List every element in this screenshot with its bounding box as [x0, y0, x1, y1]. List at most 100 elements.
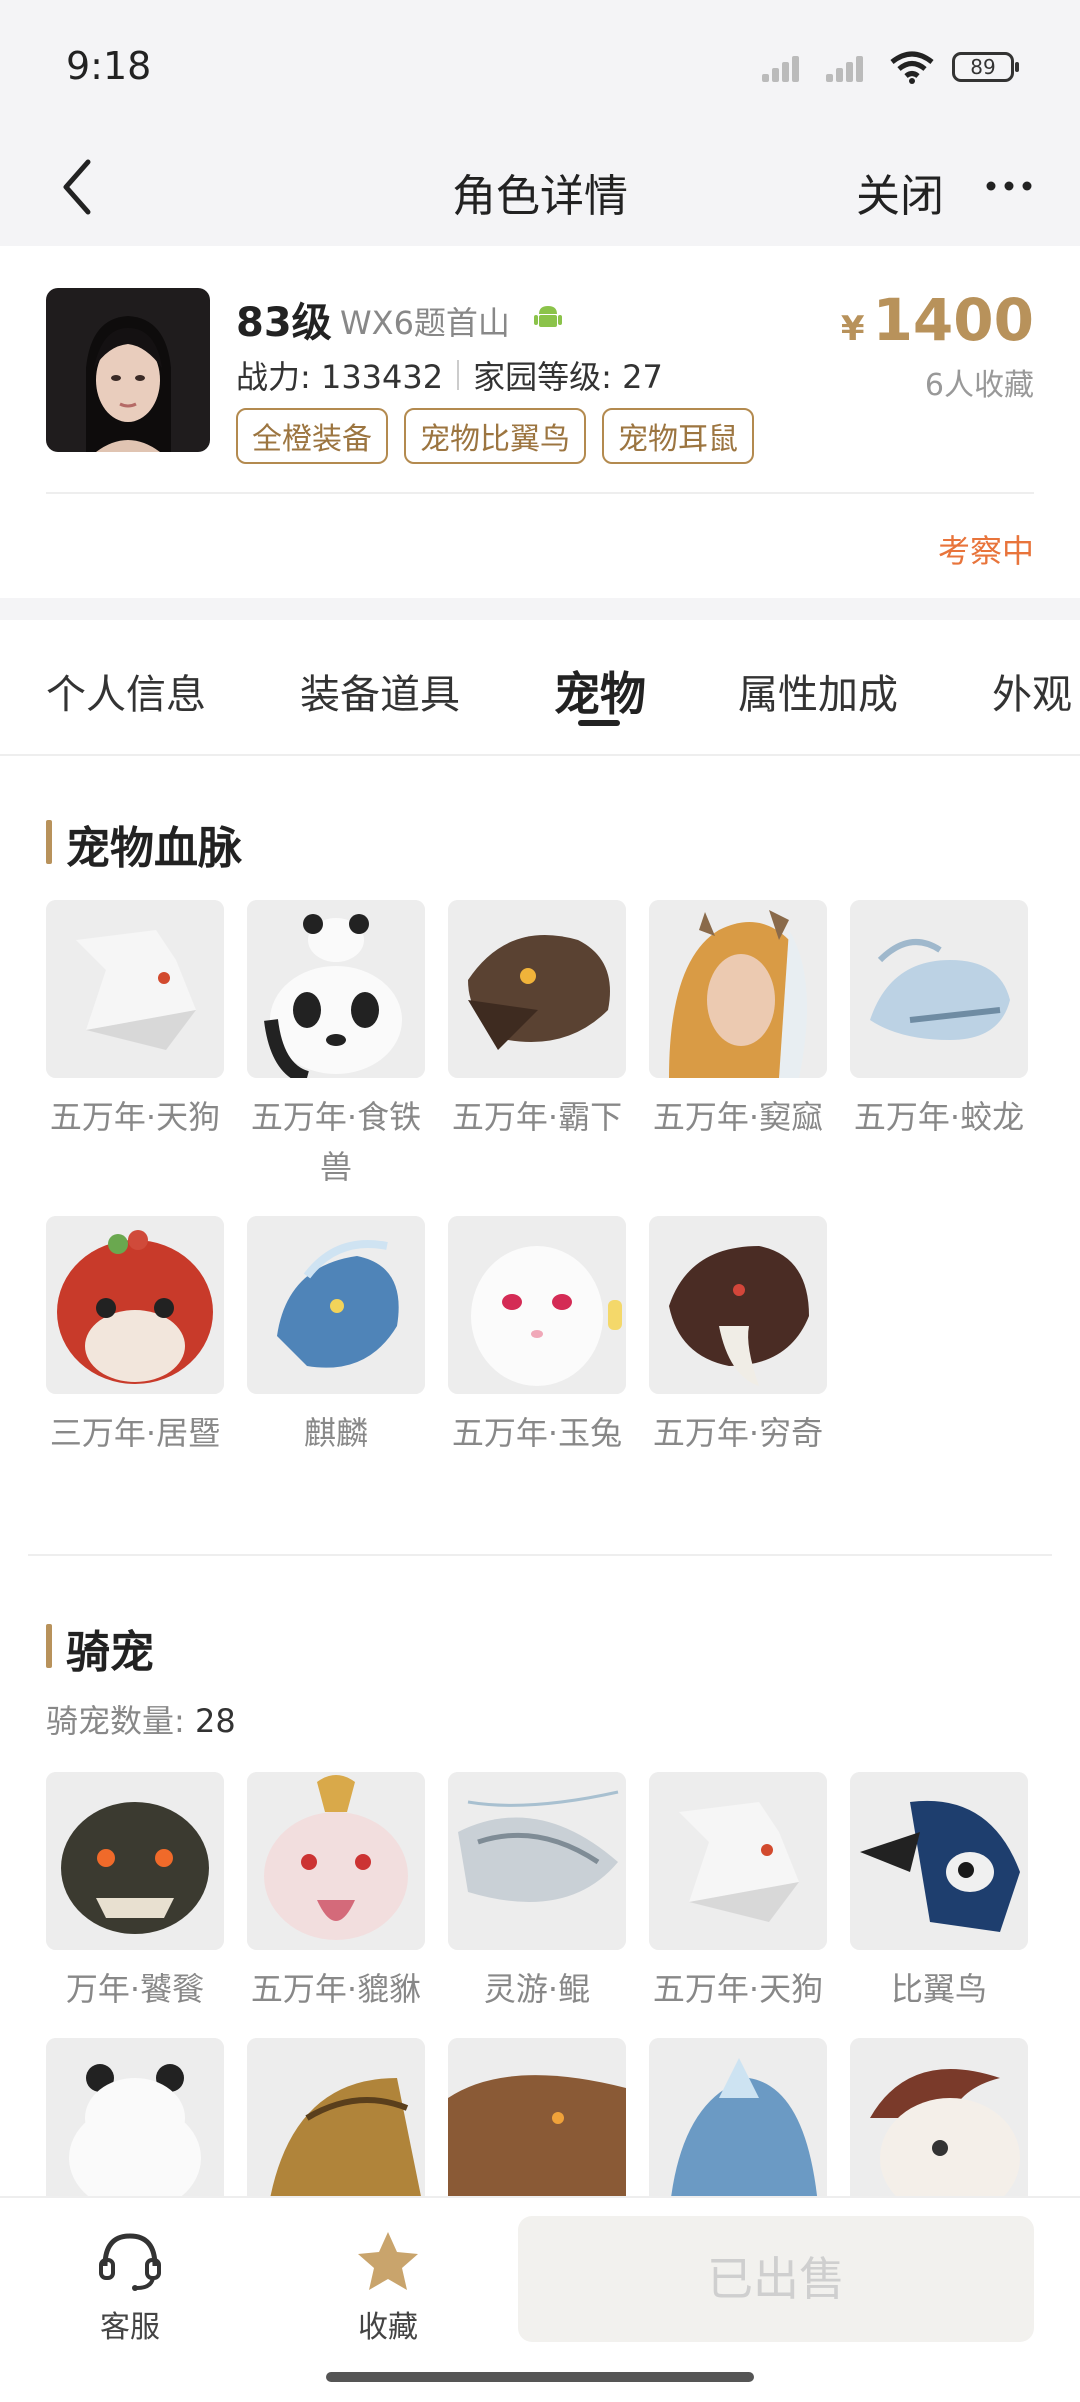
home-level: 家园等级: 27 [473, 358, 663, 396]
mount-count-label: 骑宠数量: [46, 1702, 185, 1740]
favorite-label: 收藏 [358, 2310, 418, 2345]
character-card: 83级 WX6题首山 战力: 133432 家园等级: 27 全橙装备 宠物比翼… [0, 246, 1080, 598]
jade-rabbit-icon [448, 1216, 626, 1394]
pet-item[interactable]: 五万年·玉兔 [448, 1216, 626, 1458]
mount-count: 骑宠数量: 28 [46, 1696, 236, 1742]
status-badge: 考察中 [937, 532, 1034, 570]
tab-pets[interactable]: 宠物 [554, 658, 646, 724]
panda-icon [46, 2038, 224, 2196]
pet-item[interactable]: 五万年·蛟龙 [850, 900, 1028, 1192]
status-icons: 89 [762, 50, 1019, 84]
pet-item[interactable]: 三万年·居暨 [46, 1216, 224, 1458]
mount-item[interactable] [850, 2038, 1028, 2196]
section-title-mounts: 骑宠 [46, 1616, 154, 1680]
tag-list: 全橙装备 宠物比翼鸟 宠物耳鼠 [236, 408, 754, 464]
horned-beast-icon [649, 900, 827, 1078]
pet-name: 五万年·貔貅 [250, 1970, 422, 2008]
pet-name: 五万年·玉兔 [451, 1414, 623, 1452]
mount-count-value: 28 [194, 1702, 236, 1740]
pet-name: 万年·饕餮 [65, 1970, 205, 2008]
mount-item[interactable]: 比翼鸟 [850, 1772, 1028, 2014]
nav-bar: 角色详情 关闭 [0, 130, 1080, 246]
mount-item[interactable]: 灵游·鲲 [448, 1772, 626, 2014]
tab-appearance[interactable]: 外观 [992, 662, 1072, 720]
dragon-turtle-icon [448, 900, 626, 1078]
status-bar: 9:18 89 [0, 0, 1080, 130]
signal-icon [826, 52, 872, 82]
price-currency: ¥ [840, 309, 865, 349]
mount-item[interactable]: 五万年·貔貅 [247, 1772, 425, 2014]
section-divider [28, 1554, 1052, 1556]
pet-content: 宠物血脉 五万年·天狗 五万年·食铁兽 五万年·霸下 五万年·窫窳 五万年·蛟龙… [0, 756, 1080, 2196]
kun-fish-icon [448, 1772, 626, 1950]
tag: 全橙装备 [236, 408, 388, 464]
mount-item[interactable]: 万年·饕餮 [46, 1772, 224, 2014]
bottom-bar: 客服 收藏 已出售 [0, 2196, 1080, 2402]
pet-item[interactable]: 五万年·天狗 [46, 900, 224, 1192]
combat-power: 战力: 133432 [236, 358, 444, 396]
avatar [46, 288, 210, 452]
battery-icon: 89 [952, 52, 1019, 82]
pet-item[interactable]: 五万年·穷奇 [649, 1216, 827, 1458]
white-wolf-icon [46, 900, 224, 1078]
blue-beast-icon [649, 2038, 827, 2196]
tab-equipment[interactable]: 装备道具 [300, 662, 460, 720]
monkey-icon [850, 2038, 1028, 2196]
white-wolf-icon [649, 1772, 827, 1950]
server-name: WX6题首山 [340, 304, 510, 342]
pet-name: 五万年·穷奇 [652, 1414, 824, 1452]
mount-grid: 万年·饕餮 五万年·貔貅 灵游·鲲 五万年·天狗 比翼鸟 [46, 1772, 1036, 2196]
pet-item[interactable]: 五万年·霸下 [448, 900, 626, 1192]
pet-name: 五万年·蛟龙 [853, 1098, 1025, 1136]
pet-name: 五万年·窫窳 [652, 1098, 824, 1136]
tag: 宠物耳鼠 [602, 408, 754, 464]
mount-item[interactable]: 五万年·天狗 [649, 1772, 827, 2014]
lion-icon [448, 2038, 626, 2196]
pet-name: 五万年·天狗 [652, 1970, 824, 2008]
pet-name: 五万年·食铁兽 [250, 1098, 422, 1186]
pet-name: 五万年·天狗 [49, 1098, 221, 1136]
headset-icon [99, 2233, 161, 2291]
more-icon[interactable] [984, 176, 1034, 196]
price: ¥ 1400 [841, 286, 1034, 354]
pet-item[interactable]: 五万年·窫窳 [649, 900, 827, 1192]
taotie-icon [46, 1772, 224, 1950]
qilin-icon [247, 1216, 425, 1394]
tab-attributes[interactable]: 属性加成 [738, 662, 898, 720]
character-level: 83级 [236, 300, 332, 346]
home-indicator [326, 2372, 754, 2382]
mount-item[interactable] [46, 2038, 224, 2196]
pixiu-icon [247, 1772, 425, 1950]
character-stats: 战力: 133432 家园等级: 27 [236, 352, 663, 398]
status-time: 9:18 [66, 44, 152, 88]
mount-item[interactable] [448, 2038, 626, 2196]
pet-name: 灵游·鲲 [483, 1970, 591, 2008]
tab-bar: 个人信息 装备道具 宠物 属性加成 外观 [0, 620, 1080, 756]
mount-item[interactable] [649, 2038, 827, 2196]
pet-name: 比翼鸟 [890, 1970, 987, 2008]
favorite-count: 6人收藏 [924, 368, 1034, 403]
pet-item[interactable]: 五万年·食铁兽 [247, 900, 425, 1192]
favorite-button[interactable]: 收藏 [328, 2230, 448, 2346]
red-fox-icon [46, 1216, 224, 1394]
tiger-beast-icon [649, 1216, 827, 1394]
tab-underline [578, 720, 620, 726]
price-value: 1400 [872, 286, 1034, 354]
customer-service-button[interactable]: 客服 [70, 2230, 190, 2346]
bloodline-grid: 五万年·天狗 五万年·食铁兽 五万年·霸下 五万年·窫窳 五万年·蛟龙 三万年·… [46, 900, 1036, 1458]
section-title-bloodline: 宠物血脉 [46, 812, 242, 876]
ice-dragon-icon [850, 900, 1028, 1078]
sold-button[interactable]: 已出售 [518, 2216, 1034, 2342]
mount-item[interactable] [247, 2038, 425, 2196]
star-icon [358, 2232, 418, 2290]
divider [46, 492, 1034, 494]
pet-name: 三万年·居暨 [49, 1414, 221, 1452]
customer-service-label: 客服 [100, 2310, 160, 2345]
pet-item[interactable]: 麒麟 [247, 1216, 425, 1458]
signal-icon [762, 52, 808, 82]
android-icon [534, 306, 562, 327]
pet-name: 麒麟 [303, 1414, 368, 1452]
tab-personal-info[interactable]: 个人信息 [46, 662, 206, 720]
close-button[interactable]: 关闭 [856, 160, 944, 224]
tag: 宠物比翼鸟 [404, 408, 586, 464]
